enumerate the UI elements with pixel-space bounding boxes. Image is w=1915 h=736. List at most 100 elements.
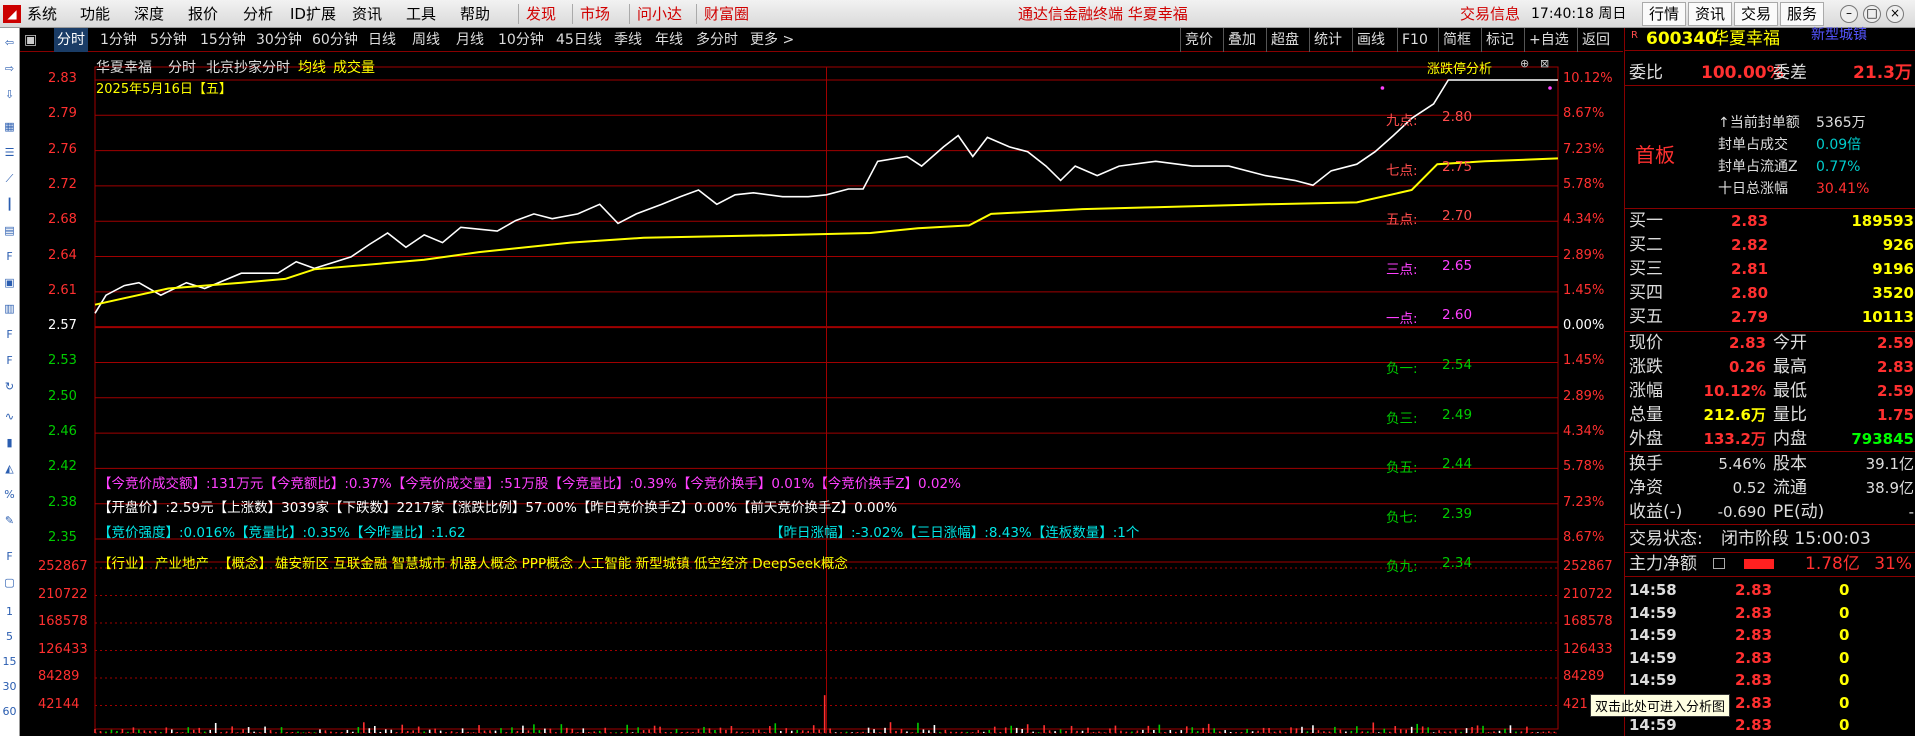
page-icon[interactable]: ▢: [1, 574, 18, 591]
industry-value: 产业地产: [155, 556, 209, 572]
buy-row[interactable]: 买三 2.81 9196: [1625, 258, 1915, 280]
menu-item-5[interactable]: ID扩展: [290, 0, 336, 28]
line-chart-icon[interactable]: ⟋: [1, 170, 18, 187]
top-button-0[interactable]: 行情: [1642, 2, 1687, 26]
grid-icon[interactable]: ▦: [1, 118, 18, 135]
list-icon[interactable]: ☰: [1, 144, 18, 161]
tab-right-6[interactable]: 简框: [1438, 28, 1475, 52]
panel-toggle-icon[interactable]: ▣: [24, 28, 37, 52]
tab-6[interactable]: 日线: [368, 28, 396, 52]
weicha-value: 21.3万: [1853, 63, 1912, 83]
back-arrow-icon[interactable]: ⇦: [1, 34, 18, 51]
tab-3[interactable]: 15分钟: [200, 28, 246, 52]
forward-arrow-icon[interactable]: ⇨: [1, 60, 18, 77]
intraday-chart[interactable]: 华夏幸福 分时 北京抄家分时 均线 成交量 2025年5月16日【五】 涨跌停分…: [20, 53, 1623, 736]
menu-red-item-2[interactable]: 问小达: [637, 0, 682, 28]
menu-item-0[interactable]: 系统: [27, 0, 57, 28]
down-arrow-icon[interactable]: ⇩: [1, 86, 18, 103]
top-button-3[interactable]: 服务: [1780, 2, 1825, 26]
number-5-icon[interactable]: 5: [1, 628, 18, 645]
tab-11[interactable]: 季线: [614, 28, 642, 52]
buy-row[interactable]: 买一 2.83 189593: [1625, 210, 1915, 232]
tab-right-0[interactable]: 竞价: [1180, 28, 1217, 52]
level-value: 2.70: [1442, 208, 1473, 225]
tab-10[interactable]: 45日线: [556, 28, 602, 52]
tab-1[interactable]: 1分钟: [100, 28, 137, 52]
menu-red-item-3[interactable]: 财富圈: [704, 0, 749, 28]
doc-icon[interactable]: ▣: [1, 274, 18, 291]
concept-tag: 【概念】: [218, 556, 272, 572]
price-tick: 2.50: [48, 388, 77, 404]
tab-right-9[interactable]: 返回: [1577, 28, 1614, 52]
close-icon[interactable]: ×: [1886, 5, 1904, 23]
menu-separator: [696, 4, 697, 24]
menu-item-3[interactable]: 报价: [188, 0, 218, 28]
refresh-icon[interactable]: ↻: [1, 378, 18, 395]
tab-2[interactable]: 5分钟: [150, 28, 187, 52]
f10-alt-icon[interactable]: F: [1, 352, 18, 369]
fin-value: 0.52: [1732, 479, 1766, 497]
buy-row[interactable]: 买二 2.82 926: [1625, 234, 1915, 256]
report-icon[interactable]: ▥: [1, 300, 18, 317]
menu-item-1[interactable]: 功能: [80, 0, 110, 28]
number-30-icon[interactable]: 30: [1, 678, 18, 695]
tab-right-3[interactable]: 统计: [1309, 28, 1346, 52]
ad-banner[interactable]: 通达信金融终端 华夏幸福: [1018, 0, 1188, 28]
menu-item-6[interactable]: 资讯: [352, 0, 382, 28]
tab-12[interactable]: 年线: [655, 28, 683, 52]
auction-info-line: 【今竞价成交额】:131万元【今竞额比】:0.37%【今竞价成交量】:51万股【…: [98, 476, 961, 492]
candle-icon[interactable]: ┃: [1, 196, 18, 213]
bars-icon[interactable]: ▮: [1, 434, 18, 451]
pct-tick: 8.67%: [1563, 530, 1605, 545]
seal-label: 封单占成交: [1718, 137, 1788, 153]
tab-9[interactable]: 10分钟: [498, 28, 544, 52]
menu-red-item-1[interactable]: 市场: [580, 0, 610, 28]
tab-right-7[interactable]: 标记: [1481, 28, 1518, 52]
tab-right-1[interactable]: 叠加: [1223, 28, 1260, 52]
tab-0[interactable]: 分时: [54, 28, 88, 52]
tick-row: 14:59 2.83 0: [1625, 602, 1915, 624]
buy-row[interactable]: 买四 2.80 3520: [1625, 282, 1915, 304]
percent-icon[interactable]: %: [1, 486, 18, 503]
menu-item-2[interactable]: 深度: [134, 0, 164, 28]
wave-icon[interactable]: ∿: [1, 408, 18, 425]
top-button-2[interactable]: 交易: [1734, 2, 1779, 26]
menu-item-4[interactable]: 分析: [243, 0, 273, 28]
f5-icon[interactable]: F: [1, 548, 18, 565]
buy-volume: 926: [1882, 236, 1914, 254]
tab-5[interactable]: 60分钟: [312, 28, 358, 52]
close-panel-icon[interactable]: ⊠: [1540, 57, 1549, 70]
number-1-icon[interactable]: 1: [1, 603, 18, 620]
buy-row[interactable]: 买五 2.79 10113: [1625, 306, 1915, 328]
menu-item-8[interactable]: 帮助: [460, 0, 490, 28]
tab-right-8[interactable]: +自选: [1524, 28, 1573, 52]
minimize-icon[interactable]: –: [1840, 5, 1858, 23]
trade-info-link[interactable]: 交易信息: [1460, 0, 1520, 28]
buy-price: 2.81: [1731, 260, 1769, 278]
zt-analysis-title[interactable]: 涨跌停分析: [1427, 58, 1492, 77]
tab-14[interactable]: 更多 >: [750, 28, 794, 52]
list-icon[interactable]: [1713, 558, 1725, 569]
table-icon[interactable]: ▤: [1, 222, 18, 239]
menu-red-item-0[interactable]: 发现: [526, 0, 556, 28]
tab-13[interactable]: 多分时: [696, 28, 738, 52]
tab-7[interactable]: 周线: [412, 28, 440, 52]
top-button-1[interactable]: 资讯: [1688, 2, 1733, 26]
f10-icon[interactable]: F: [1, 248, 18, 265]
area-icon[interactable]: ◭: [1, 460, 18, 477]
sector-tag[interactable]: 新型城镇: [1811, 24, 1867, 46]
tab-right-4[interactable]: 画线: [1352, 28, 1389, 52]
buy-volume: 9196: [1872, 260, 1914, 278]
number-15-icon[interactable]: 15: [1, 653, 18, 670]
expand-icon[interactable]: ⊕: [1520, 57, 1529, 70]
tab-right-2[interactable]: 超盘: [1266, 28, 1303, 52]
tab-4[interactable]: 30分钟: [256, 28, 302, 52]
fin-row: 收益(-) -0.690 PE(动) -: [1625, 501, 1915, 523]
pencil-icon[interactable]: ✎: [1, 512, 18, 529]
tab-8[interactable]: 月线: [456, 28, 484, 52]
number-60-icon[interactable]: 60: [1, 703, 18, 720]
menu-item-7[interactable]: 工具: [406, 0, 436, 28]
tab-right-5[interactable]: F10: [1397, 28, 1432, 52]
f12-icon[interactable]: F: [1, 326, 18, 343]
restore-icon[interactable]: □: [1863, 5, 1881, 23]
